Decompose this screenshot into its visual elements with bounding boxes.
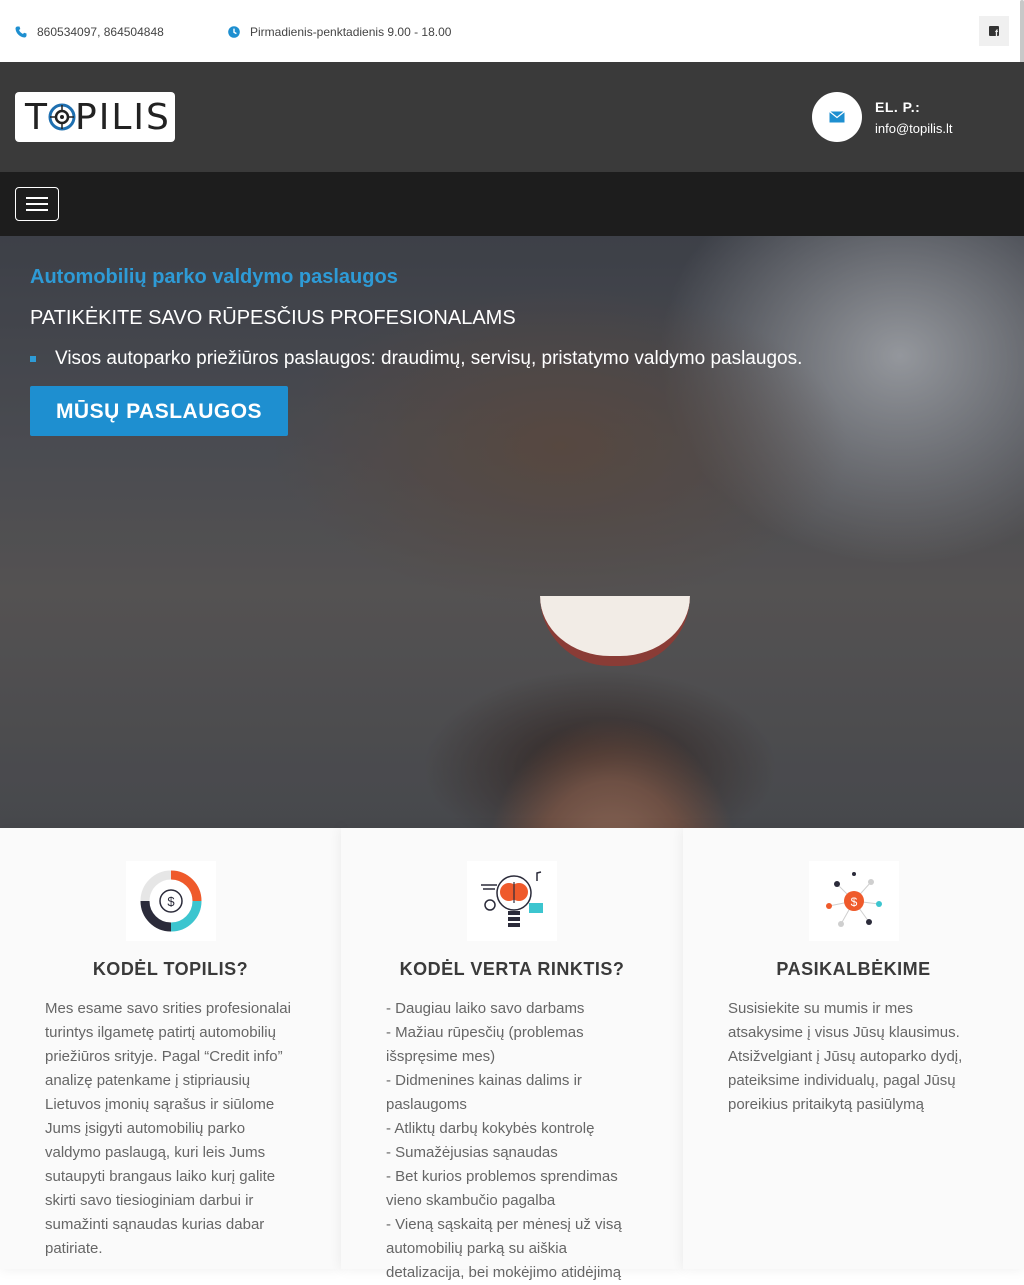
money-network-icon: $ (808, 861, 899, 941)
hero-photo-detail (540, 596, 690, 666)
list-item: - Didmenines kainas dalims ir paslaugoms (386, 1072, 582, 1113)
card-text: Mes esame savo srities profesionalai tur… (45, 1000, 291, 1257)
svg-text:$: $ (167, 894, 175, 909)
logo-text-left: T (25, 96, 49, 138)
list-item: - Bet kurios problemos sprendimas vieno … (386, 1168, 618, 1209)
benefits-list: - Daugiau laiko savo darbams - Mažiau rū… (386, 997, 638, 1285)
menu-toggle-button[interactable] (15, 187, 59, 221)
list-item: - Vieną sąskaitą per mėnesį už visą auto… (386, 1216, 622, 1281)
money-chart-icon: $ (125, 861, 216, 941)
hero-bullet: Visos autoparko priežiūros paslaugos: dr… (30, 348, 802, 370)
card-title: KODĖL VERTA RINKTIS? (399, 959, 625, 979)
hero-subtitle: Automobilių parko valdymo paslaugos (30, 266, 398, 288)
envelope-icon (829, 111, 845, 123)
hero-banner: Automobilių parko valdymo paslaugos PATI… (0, 236, 1024, 828)
clock-icon (228, 26, 240, 38)
email-label: EL. P.: (875, 98, 921, 115)
header: T PILIS EL. P.: info@topilis.lt (0, 62, 1024, 172)
logo-text-right: PILIS (75, 96, 171, 138)
facebook-button[interactable] (979, 16, 1009, 46)
svg-text:$: $ (850, 895, 857, 909)
hours-text: Pirmadienis-penktadienis 9.00 - 18.00 (250, 25, 452, 39)
services-button[interactable]: MŪSŲ PASLAUGOS (30, 386, 288, 436)
card-title: PASIKALBĖKIME (776, 959, 931, 979)
brain-bulb-icon (467, 861, 557, 941)
wheel-icon (48, 103, 76, 131)
navbar (0, 172, 1024, 236)
card-lets-talk: $ PASIKALBĖKIME Susisiekite su mumis ir … (683, 828, 1024, 1269)
top-bar: 860534097, 864504848 Pirmadienis-penktad… (0, 0, 1024, 318)
facebook-icon (989, 26, 999, 38)
hero-title: PATIKĖKITE SAVO RŪPESČIUS PROFESIONALAMS (30, 307, 516, 329)
phone-icon (15, 26, 27, 38)
working-hours: Pirmadienis-penktadienis 9.00 - 18.00 (228, 25, 451, 39)
email-contact[interactable]: EL. P.: info@topilis.lt (812, 92, 953, 142)
hamburger-icon (26, 197, 48, 199)
list-item: - Sumažėjusias sąnaudas (386, 1144, 558, 1161)
card-why-choose: KODĖL VERTA RINKTIS? - Daugiau laiko sav… (341, 828, 683, 1281)
bullet-square-icon (30, 356, 36, 362)
card-why-topilis: $ KODĖL TOPILIS? Mes esame savo srities … (0, 828, 341, 1269)
card-text: Susisiekite su mumis ir mes atsakysime į… (728, 1000, 963, 1113)
phone-number: 860534097, 864504848 (37, 25, 164, 39)
logo[interactable]: T PILIS (15, 92, 175, 142)
card-title: KODĖL TOPILIS? (92, 959, 249, 979)
feature-cards: $ KODĖL TOPILIS? Mes esame savo srities … (0, 828, 1024, 1281)
email-icon-circle (812, 92, 862, 142)
hero-bullet-text: Visos autoparko priežiūros paslaugos: dr… (55, 348, 803, 369)
list-item: - Mažiau rūpesčių (problemas išspręsime … (386, 1024, 584, 1065)
list-item: - Daugiau laiko savo darbams (386, 1000, 585, 1017)
email-link[interactable]: info@topilis.lt (875, 121, 953, 136)
list-item: - Atliktų darbų kokybės kontrolę (386, 1120, 595, 1137)
phone-contact[interactable]: 860534097, 864504848 (15, 25, 164, 39)
